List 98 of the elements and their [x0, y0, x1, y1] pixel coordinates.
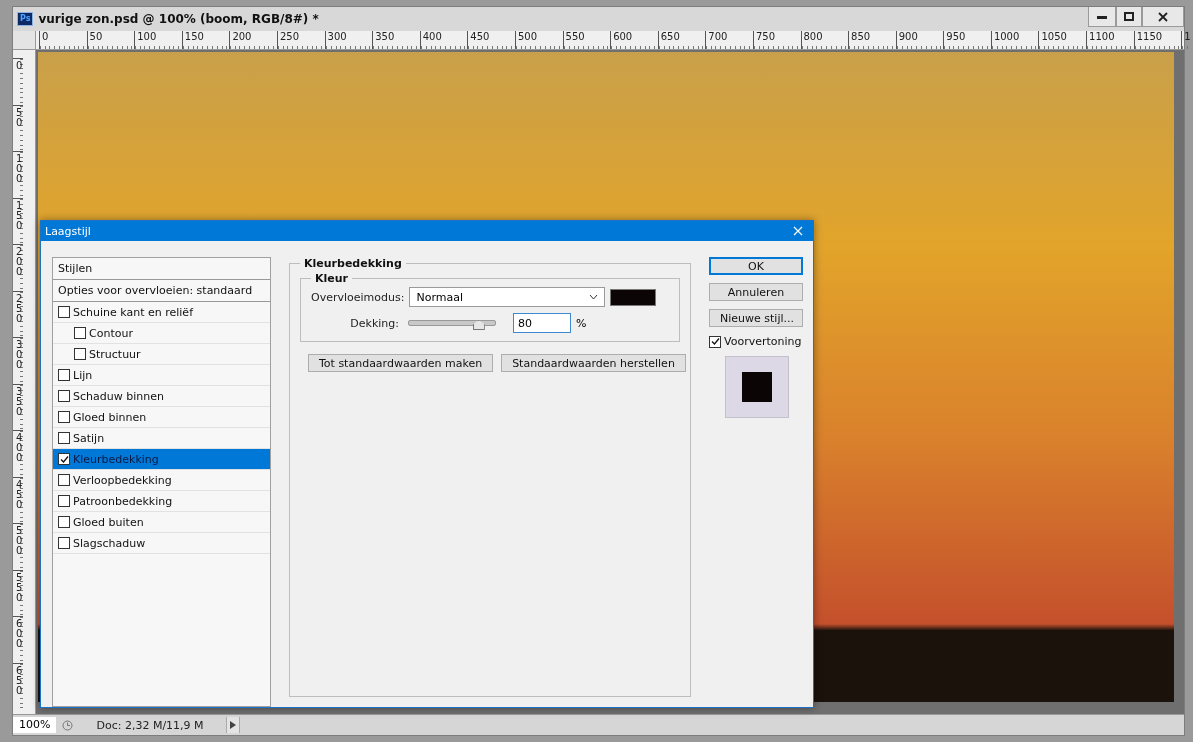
ruler-label: 650: [13, 662, 23, 709]
ruler-label: 550: [562, 31, 611, 49]
effect-item[interactable]: Schuine kant en reliëf: [53, 302, 270, 323]
checkbox[interactable]: [58, 495, 70, 507]
ruler-label: 1100: [1086, 31, 1134, 49]
app-logo: Ps: [17, 12, 34, 26]
slider-thumb[interactable]: [472, 320, 485, 330]
ruler-label: 500: [13, 523, 23, 570]
section-title: Kleur: [314, 272, 349, 285]
dialog-button[interactable]: OK: [709, 257, 803, 275]
ruler-label: 350: [372, 31, 420, 49]
checkbox[interactable]: [58, 369, 70, 381]
ruler-label: 1000: [990, 31, 1039, 49]
ruler-label: 450: [467, 31, 515, 49]
input-field[interactable]: 80: [513, 313, 571, 333]
effect-item[interactable]: Kleurbedekking: [53, 449, 270, 470]
field-label: Overvloeimodus:: [311, 290, 405, 304]
maximize-button[interactable]: [1116, 7, 1142, 27]
dialog-title: Laagstijl: [45, 224, 91, 238]
ruler-label: 50: [13, 104, 23, 151]
color-swatch[interactable]: [610, 288, 657, 306]
unit-label: %: [576, 316, 587, 330]
ruler-label: 0: [13, 58, 23, 105]
ruler-label: 600: [610, 31, 658, 49]
ruler-label: 650: [657, 31, 706, 49]
document-info: Doc: 2,32 M/11,9 M: [95, 718, 205, 732]
checkbox[interactable]: [58, 453, 70, 465]
effect-item[interactable]: Patroonbedekking: [53, 491, 270, 512]
ruler-label: 600: [13, 616, 23, 663]
ruler-label: 150: [181, 31, 230, 49]
ruler-label: 400: [419, 31, 468, 49]
ruler-label: 200: [229, 31, 277, 49]
ruler-label: 850: [848, 31, 896, 49]
field-label: Dekking:: [349, 316, 399, 330]
minimize-button[interactable]: [1088, 7, 1116, 27]
ruler-label: 700: [705, 31, 753, 49]
ruler-label: 100: [13, 151, 23, 198]
effect-item[interactable]: Verloopbedekking: [53, 470, 270, 491]
minimize-icon: [1097, 14, 1107, 19]
list-item[interactable]: Opties voor overvloeien: standaard: [53, 280, 270, 302]
ruler-label: 350: [13, 383, 23, 430]
close-icon: [1158, 11, 1168, 22]
ruler-label: 100: [134, 31, 182, 49]
play-icon: [230, 721, 237, 729]
checkbox[interactable]: [58, 516, 70, 528]
list-header[interactable]: Stijlen: [53, 258, 270, 280]
checkbox[interactable]: [58, 537, 70, 549]
ruler-label: 300: [324, 31, 373, 49]
checkbox[interactable]: [74, 327, 86, 339]
checkbox[interactable]: [709, 335, 721, 348]
ruler-label: 800: [800, 31, 849, 49]
close-button[interactable]: [1142, 7, 1184, 27]
checkmark-icon: [59, 454, 69, 464]
checkbox[interactable]: [58, 306, 70, 318]
defaults-button[interactable]: Standaardwaarden herstellen: [501, 354, 686, 372]
ruler-label: 950: [943, 31, 991, 49]
ruler-label: 200: [13, 244, 23, 291]
checkbox[interactable]: [74, 348, 86, 360]
effect-item[interactable]: Contour: [53, 323, 270, 344]
ruler-label: 300: [13, 337, 23, 384]
effect-item[interactable]: Slagschaduw: [53, 533, 270, 554]
color-preview: [742, 372, 772, 402]
effect-item[interactable]: Schaduw binnen: [53, 386, 270, 407]
clock-icon: [61, 719, 73, 731]
section-title: Kleurbedekking: [303, 257, 403, 270]
ruler-label: 150: [13, 197, 23, 244]
checkbox[interactable]: [58, 390, 70, 402]
blend-mode-dropdown[interactable]: Normaal: [409, 287, 606, 307]
effect-item[interactable]: Gloed binnen: [53, 407, 270, 428]
ruler-label: 1: [1181, 31, 1191, 49]
ruler-label: 1150: [1133, 31, 1182, 49]
zoom-field[interactable]: 100%: [13, 717, 57, 733]
chevron-down-icon: [589, 294, 599, 300]
checkbox[interactable]: [58, 411, 70, 423]
ruler-label: 250: [276, 31, 325, 49]
window-title: vurige zon.psd @ 100% (boom, RGB/8#) *: [38, 12, 319, 26]
ruler-label: 500: [514, 31, 563, 49]
checkmark-icon: [710, 337, 720, 346]
ruler-label: 400: [13, 430, 23, 477]
checkbox[interactable]: [58, 432, 70, 444]
effect-item[interactable]: Structuur: [53, 344, 270, 365]
ruler-label: 0: [39, 31, 87, 49]
close-icon: [793, 226, 803, 236]
defaults-button[interactable]: Tot standaardwaarden maken: [308, 354, 494, 372]
menu-button[interactable]: [226, 717, 241, 733]
effect-item[interactable]: Gloed buiten: [53, 512, 270, 533]
effect-item[interactable]: Lijn: [53, 365, 270, 386]
ruler-label: 750: [752, 31, 801, 49]
maximize-icon: [1124, 12, 1134, 21]
ruler-label: 450: [13, 476, 23, 523]
dialog-button[interactable]: Annuleren: [709, 283, 803, 301]
ruler-label: 900: [895, 31, 944, 49]
preview-checkbox[interactable]: Voorvertoning: [709, 335, 803, 348]
ruler-label: 550: [13, 569, 23, 616]
ruler-label: 250: [13, 290, 23, 337]
checkbox[interactable]: [58, 474, 70, 486]
ruler-label: 50: [86, 31, 135, 49]
dialog-button[interactable]: Nieuwe stijl...: [709, 309, 803, 327]
